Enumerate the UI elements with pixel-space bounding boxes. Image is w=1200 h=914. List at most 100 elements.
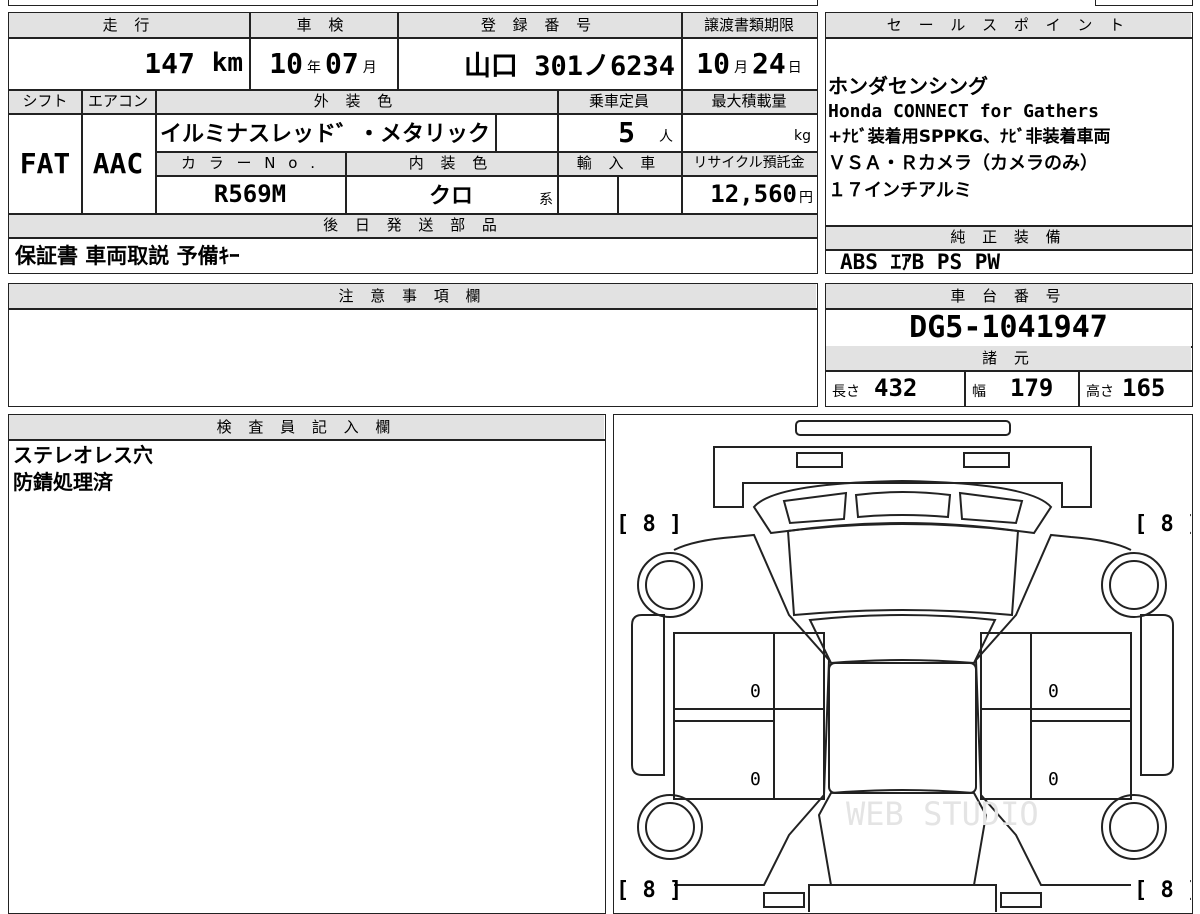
hood-grille-left <box>782 491 848 525</box>
sales-point-item: Honda CONNECT for Gathers <box>828 101 1099 122</box>
mileage-value: 147 km <box>144 46 243 80</box>
grid-line <box>249 13 251 89</box>
grid-line <box>397 13 399 89</box>
wheel-rear-right <box>1101 794 1167 860</box>
door-rr-reading: 0 <box>1048 769 1059 790</box>
later-shipping-label: 後 日 発 送 部 品 <box>9 213 817 237</box>
inspector-header: 検 査 員 記 入 欄 <box>9 415 604 439</box>
shift-value: FAT <box>19 146 71 180</box>
grid-line <box>9 37 817 39</box>
aircon-value: AAC <box>92 146 144 180</box>
inspection-label: 車 検 <box>249 13 397 37</box>
capacity-value: 5人 <box>618 115 673 149</box>
recycle-fee-label: リサイクル預託金 <box>681 151 817 175</box>
exterior-color-value: イルミナスレッド゛・メタリック <box>159 122 490 147</box>
hood-grille-right <box>958 491 1024 525</box>
grid-line <box>826 225 1192 227</box>
color-no-label: カ ラ ー N o . <box>155 151 345 175</box>
hood-center <box>854 491 952 519</box>
chassis-number: DG5-1041947 <box>909 309 1108 345</box>
interior-color-value: クロ 系 <box>428 184 553 209</box>
tire-front-left-reading: [ 8 ] <box>616 512 682 537</box>
grid-line <box>345 151 347 213</box>
rear-panel <box>808 884 997 912</box>
notes-box: 注 意 事 項 欄 <box>8 283 818 407</box>
door-left-panel <box>773 632 825 800</box>
inspector-remark-line: 防錆処理済 <box>13 470 113 494</box>
chassis-specs-box: 車 台 番 号 DG5-1041947 諸 元 長さ 432 幅 179 高さ 165 <box>825 283 1193 407</box>
door-fl-reading: 0 <box>750 681 761 702</box>
later-shipping-value: 保証書 車両取説 予備ｷｰ <box>15 244 240 268</box>
grid-line <box>9 89 817 91</box>
grid-line <box>826 37 1192 39</box>
front-bumper-part <box>795 420 1011 436</box>
grid-line <box>155 151 817 153</box>
import-label: 輸 入 車 <box>557 151 681 175</box>
grid-line <box>9 308 817 310</box>
wheel-rear-right-inner <box>1109 802 1159 852</box>
max-load-label: 最大積載量 <box>681 89 817 113</box>
interior-color-label: 内 装 色 <box>345 151 557 175</box>
recycle-fee-value: 12,560 円 <box>710 180 813 208</box>
inspector-remark-line: ステレオレス穴 <box>13 443 153 467</box>
sales-point-item: ＶＳＡ・Ｒカメラ（カメラのみ） <box>828 153 1098 174</box>
tire-rear-right-reading: [ 8 ] <box>1134 878 1191 903</box>
door-front-right <box>1030 632 1132 722</box>
grid-line <box>617 175 619 213</box>
sales-point-item: +ﾅﾋﾞ装着用SPPKG、ﾅﾋﾞ非装着車両 <box>828 127 1111 147</box>
sales-point-item: １７インチアルミ <box>828 180 972 201</box>
wheel-front-left <box>637 552 703 618</box>
tire-rear-left-reading: [ 8 ] <box>616 878 682 903</box>
door-right-panel <box>980 632 1032 800</box>
chassis-header: 車 台 番 号 <box>826 284 1191 308</box>
roof-panel <box>828 662 977 794</box>
grid-line <box>495 113 497 151</box>
spec-length: 長さ 432 <box>832 374 918 402</box>
tire-front-right-reading: [ 8 ] <box>1134 512 1191 537</box>
rear-light-left <box>763 892 805 908</box>
top-cut-strip <box>8 0 818 6</box>
watermark: WEB STUDIO <box>846 795 1039 833</box>
vehicle-info-table: 走 行 車 検 登 録 番 号 譲渡書類期限 147 km 10 年 07 月 山口 … <box>8 12 818 274</box>
rear-light-right <box>1000 892 1042 908</box>
door-fr-reading: 0 <box>1048 681 1059 702</box>
aircon-label: エアコン <box>81 89 155 113</box>
grid-line <box>9 113 817 115</box>
car-diagram-box: [ 8 ] [ 8 ] [ 8 ] [ 8 ] 0 0 0 0 WEB STUD… <box>613 414 1193 914</box>
top-cut-strip-right <box>1095 0 1193 6</box>
grid-line <box>9 439 605 441</box>
specs-header: 諸 元 <box>826 346 1191 370</box>
sales-points-box: セ ー ル ス ポ イ ン ト ホンダセンシング Honda CONNECT f… <box>825 12 1193 274</box>
registration-label: 登 録 番 号 <box>397 13 681 37</box>
transfer-deadline-value: 10 月 24 日 <box>696 46 802 80</box>
inspector-box: 検 査 員 記 入 欄 ステレオレス穴 防錆処理済 <box>8 414 606 914</box>
sales-point-item: ホンダセンシング <box>828 74 988 98</box>
grid-line <box>557 89 559 213</box>
capacity-label: 乗車定員 <box>557 89 681 113</box>
hood <box>752 479 1053 535</box>
grid-line <box>9 237 817 239</box>
windshield <box>786 522 1020 617</box>
spec-height: 高さ 165 <box>1086 374 1166 402</box>
door-front-left <box>673 632 775 722</box>
front-light-right <box>963 452 1010 468</box>
wheel-rear-left-inner <box>645 802 695 852</box>
car-diagram: [ 8 ] [ 8 ] [ 8 ] [ 8 ] 0 0 0 0 WEB STUD… <box>616 420 1191 912</box>
grid-line <box>1078 370 1080 406</box>
door-rear-right <box>1030 720 1132 800</box>
grid-line <box>681 13 683 213</box>
spec-width: 幅 179 <box>972 374 1054 402</box>
wheel-front-right-inner <box>1109 560 1159 610</box>
wheel-front-left-inner <box>645 560 695 610</box>
exterior-color-label: 外 装 色 <box>155 89 557 113</box>
fender-front-right <box>1140 614 1174 776</box>
front-bumper <box>713 446 1092 508</box>
max-load-value: kg <box>794 128 811 144</box>
standard-equipment-value: ABS ｴｱB PS PW <box>840 250 1001 274</box>
grid-line <box>964 370 966 406</box>
roof <box>808 614 997 665</box>
wheel-rear-left <box>637 794 703 860</box>
fender-front-left <box>631 614 665 776</box>
sales-points-list: ホンダセンシング Honda CONNECT for Gathers +ﾅﾋﾞ装… <box>828 73 1190 204</box>
grid-line <box>81 89 83 213</box>
